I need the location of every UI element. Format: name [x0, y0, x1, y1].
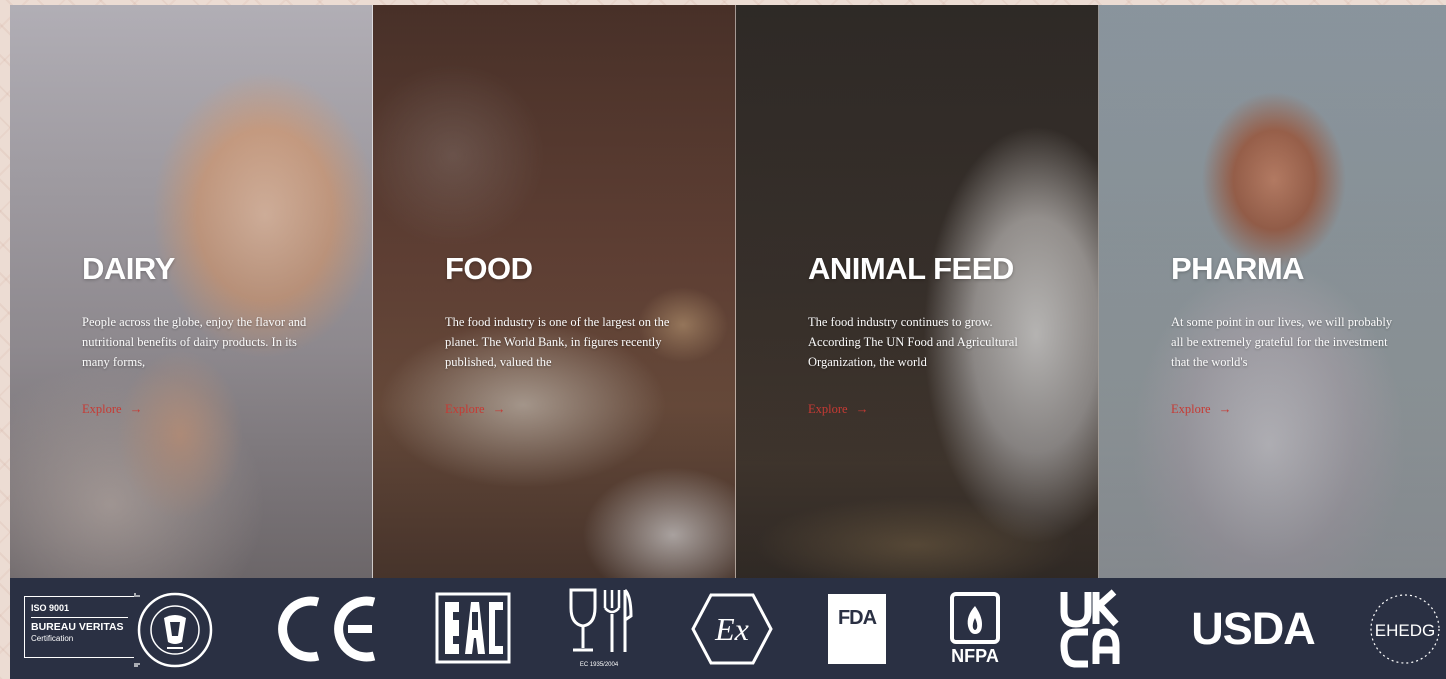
ukca-icon: [1060, 589, 1120, 668]
explore-link-pharma[interactable]: Explore →: [1171, 401, 1232, 417]
sector-content: PHARMA At some point in our lives, we wi…: [1171, 250, 1426, 418]
ehedg-label: EHEDG: [1375, 621, 1435, 640]
usda-logo: USDA: [1191, 603, 1316, 654]
sector-description: People across the globe, enjoy the flavo…: [82, 315, 307, 369]
ehedg-icon: EHEDG: [1370, 594, 1440, 664]
sector-description: The food industry is one of the largest …: [445, 315, 670, 369]
sector-card-dairy[interactable]: DAIRY People across the globe, enjoy the…: [10, 5, 373, 578]
explore-link-animal-feed[interactable]: Explore →: [808, 401, 869, 417]
atex-logo: Ex: [690, 592, 774, 666]
food-contact-caption: EC 1935/2004: [579, 662, 619, 668]
sector-card-pharma[interactable]: PHARMA At some point in our lives, we wi…: [1099, 5, 1446, 578]
eac-logo: [435, 592, 511, 664]
ukca-logo: [1060, 588, 1120, 668]
sector-content: ANIMAL FEED The food industry continues …: [808, 250, 1078, 418]
sector-content: FOOD The food industry is one of the lar…: [445, 250, 715, 418]
ehedg-logo: EHEDG: [1366, 592, 1444, 666]
certification-label: Certification: [31, 634, 74, 643]
ce-mark-icon: [278, 596, 376, 662]
sector-panels: DAIRY People across the globe, enjoy the…: [10, 5, 1446, 578]
explore-label: Explore: [808, 401, 848, 416]
food-contact-logo: EC 1935/2004: [565, 586, 633, 668]
certification-bar: ISO 9001 BUREAU VERITAS Certification EC…: [10, 578, 1446, 679]
arrow-right-icon: →: [129, 401, 143, 416]
sector-card-food[interactable]: FOOD The food industry is one of the lar…: [373, 5, 736, 578]
explore-link-food[interactable]: Explore →: [445, 401, 506, 417]
fda-label: FDA: [838, 607, 877, 629]
iso-label: ISO 9001: [31, 603, 70, 613]
divider: [31, 617, 128, 618]
nfpa-icon: NFPA: [950, 592, 1000, 666]
sector-description: The food industry continues to grow. Acc…: [808, 315, 1018, 369]
sector-description: At some point in our lives, we will prob…: [1171, 315, 1393, 369]
arrow-right-icon: →: [855, 401, 869, 416]
glass-fork-icon: [569, 588, 633, 652]
explore-label: Explore: [1171, 401, 1211, 416]
nfpa-logo: NFPA: [942, 592, 1008, 666]
fda-icon: FDA: [828, 594, 886, 664]
sector-title: FOOD: [445, 251, 533, 286]
atex-label: Ex: [714, 611, 749, 647]
arrow-right-icon: →: [492, 401, 506, 416]
explore-label: Explore: [445, 401, 485, 416]
sector-title: PHARMA: [1171, 251, 1305, 286]
explore-link-dairy[interactable]: Explore →: [82, 401, 143, 417]
sector-title: DAIRY: [82, 251, 175, 286]
ce-mark-logo: [274, 596, 379, 662]
arrow-right-icon: →: [1218, 401, 1232, 416]
sector-title: ANIMAL FEED: [808, 251, 1014, 286]
sector-card-animal-feed[interactable]: ANIMAL FEED The food industry continues …: [736, 5, 1099, 578]
bureau-veritas-seal-icon: [134, 592, 213, 668]
bureau-veritas-text: ISO 9001 BUREAU VERITAS Certification: [24, 596, 134, 658]
explore-label: Explore: [82, 401, 122, 416]
bureau-veritas-logo: ISO 9001 BUREAU VERITAS Certification: [24, 592, 224, 668]
bureau-veritas-name: BUREAU VERITAS: [31, 621, 124, 633]
nfpa-label: NFPA: [951, 646, 999, 666]
fda-logo: FDA: [828, 594, 886, 664]
atex-hexagon-icon: Ex: [691, 593, 773, 665]
eac-icon: [435, 592, 511, 664]
sector-content: DAIRY People across the globe, enjoy the…: [82, 250, 352, 418]
